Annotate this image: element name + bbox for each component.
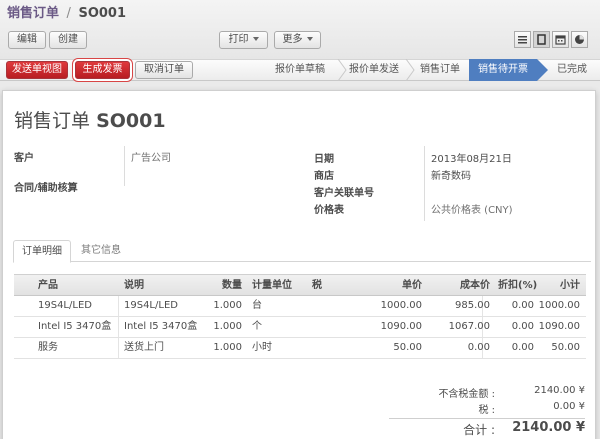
- line-quantity: 1.000: [213, 321, 242, 332]
- customer-field[interactable]: 广告公司: [131, 149, 171, 164]
- print-label: 打印: [228, 34, 249, 45]
- line-tax: [308, 338, 316, 358]
- create-button[interactable]: 创建: [49, 31, 87, 49]
- shop-field[interactable]: 新奇数码: [431, 167, 471, 182]
- line-subtotal: 50.00: [551, 342, 580, 353]
- column-header[interactable]: 计量单位: [248, 275, 296, 295]
- calendar-view-icon: [555, 35, 566, 45]
- form-view-button[interactable]: [533, 31, 550, 48]
- more-dropdown[interactable]: 更多: [274, 31, 321, 49]
- graph-view-icon: [575, 35, 584, 44]
- customer-label: 客户: [14, 153, 34, 164]
- line-description: Intel I5 3470盒: [124, 321, 198, 332]
- line-unit-price: 1000.00: [380, 300, 422, 311]
- line-discount: 0.00: [511, 300, 534, 311]
- line-uom: 个: [252, 321, 262, 332]
- line-tax: [308, 317, 316, 337]
- graph-view-button[interactable]: [571, 31, 588, 48]
- pricelist-label: 价格表: [314, 205, 344, 216]
- breadcrumb-current: SO001: [78, 6, 127, 21]
- line-tax: [308, 296, 316, 316]
- create-invoice-button[interactable]: 生成发票: [75, 61, 130, 79]
- document-number: SO001: [96, 110, 166, 132]
- tax-amount-label: 税 :: [478, 405, 495, 416]
- stage-to-invoice-active: 销售待开票: [469, 59, 548, 81]
- more-label: 更多: [282, 34, 303, 45]
- column-header[interactable]: 小计: [534, 275, 584, 295]
- line-cost-price: 1067.00: [448, 321, 490, 332]
- field-divider: [424, 146, 425, 221]
- untaxed-amount-label: 不含税金额 :: [438, 389, 495, 400]
- stage-sales-order: 销售订单: [420, 64, 460, 75]
- line-subtotal: 1090.00: [538, 321, 580, 332]
- cell-divider: [118, 317, 119, 337]
- cell-divider: [118, 338, 119, 358]
- list-view-icon: [518, 36, 527, 44]
- table-row[interactable]: Intel I5 3470盒 Intel I5 3470盒 1.000 个 10…: [14, 317, 586, 338]
- stage-done: 已完成: [557, 64, 587, 75]
- line-quantity: 1.000: [213, 300, 242, 311]
- calendar-view-button[interactable]: [552, 31, 569, 48]
- line-uom: 台: [252, 300, 262, 311]
- date-label: 日期: [314, 154, 334, 165]
- contract-label: 合同/辅助核算: [14, 183, 78, 194]
- tab-order-lines[interactable]: 订单明细: [13, 240, 71, 263]
- pricelist-field[interactable]: 公共价格表 (CNY): [431, 201, 513, 216]
- notebook-tabs: 订单明细 其它信息: [13, 240, 591, 263]
- table-row[interactable]: 服务 送货上门 1.000 小时 50.00 0.00 0.00 50.00: [14, 338, 586, 359]
- print-dropdown[interactable]: 打印: [219, 31, 268, 49]
- line-unit-price: 50.00: [393, 342, 422, 353]
- list-view-button[interactable]: [514, 31, 531, 48]
- column-header[interactable]: 产品: [34, 275, 62, 295]
- line-product: 服务: [38, 342, 58, 353]
- column-header[interactable]: 单价: [354, 275, 426, 295]
- line-cost-price: 985.00: [455, 300, 490, 311]
- tax-amount-value: 0.00 ¥: [553, 401, 585, 412]
- line-quantity: 1.000: [213, 342, 242, 353]
- control-panel: 销售订单 / SO001: [0, 0, 600, 60]
- line-description: 送货上门: [124, 342, 164, 353]
- line-unit-price: 1090.00: [380, 321, 422, 332]
- tab-other-info[interactable]: 其它信息: [75, 240, 127, 262]
- document-title: 销售订单 SO001: [14, 106, 166, 133]
- line-uom: 小时: [252, 342, 272, 353]
- caret-down-icon: [306, 37, 313, 41]
- column-header[interactable]: 成本价: [426, 275, 494, 295]
- table-row[interactable]: 19S4L/LED 19S4L/LED 1.000 台 1000.00 985.…: [14, 296, 586, 317]
- line-subtotal: 1000.00: [538, 300, 580, 311]
- line-description: 19S4L/LED: [124, 300, 178, 311]
- edit-button[interactable]: 编辑: [8, 31, 46, 49]
- form-view-icon: [537, 34, 546, 45]
- total-amount-label: 合计 :: [463, 423, 495, 437]
- column-header[interactable]: 税: [308, 275, 326, 295]
- form-sheet: 销售订单 SO001 客户 广告公司 合同/辅助核算 日期 2013年08月21…: [2, 90, 596, 439]
- total-amount-value: 2140.00 ¥: [512, 420, 585, 435]
- cell-divider: [118, 296, 119, 316]
- column-header[interactable]: 说明: [120, 275, 148, 295]
- stage-draft-quotation: 报价单草稿: [275, 64, 325, 75]
- stage-quotation-sent: 报价单发送: [349, 64, 399, 75]
- document-title-prefix: 销售订单: [14, 110, 91, 132]
- breadcrumb-parent-link[interactable]: 销售订单: [7, 6, 59, 21]
- customer-ref-label: 客户关联单号: [314, 188, 374, 199]
- cancel-order-button[interactable]: 取消订单: [135, 61, 193, 79]
- breadcrumb-separator: /: [66, 6, 71, 21]
- line-discount: 0.00: [511, 321, 534, 332]
- field-divider: [124, 146, 125, 186]
- untaxed-amount-value: 2140.00 ¥: [534, 385, 585, 396]
- send-by-email-button[interactable]: 发送单视图: [6, 61, 68, 79]
- line-product: 19S4L/LED: [38, 300, 92, 311]
- line-cost-price: 0.00: [467, 342, 490, 353]
- line-product: Intel I5 3470盒: [38, 321, 112, 332]
- breadcrumb: 销售订单 / SO001: [7, 2, 126, 21]
- table-header: 产品 说明 数量 计量单位 税 单价 成本价 折扣(%) 小计: [14, 274, 586, 296]
- totals-divider: [389, 418, 585, 419]
- shop-label: 商店: [314, 171, 334, 182]
- column-header[interactable]: 折扣(%): [494, 275, 538, 295]
- date-field[interactable]: 2013年08月21日: [431, 150, 512, 165]
- line-discount: 0.00: [511, 342, 534, 353]
- caret-down-icon: [252, 37, 259, 41]
- column-header[interactable]: 数量: [196, 275, 246, 295]
